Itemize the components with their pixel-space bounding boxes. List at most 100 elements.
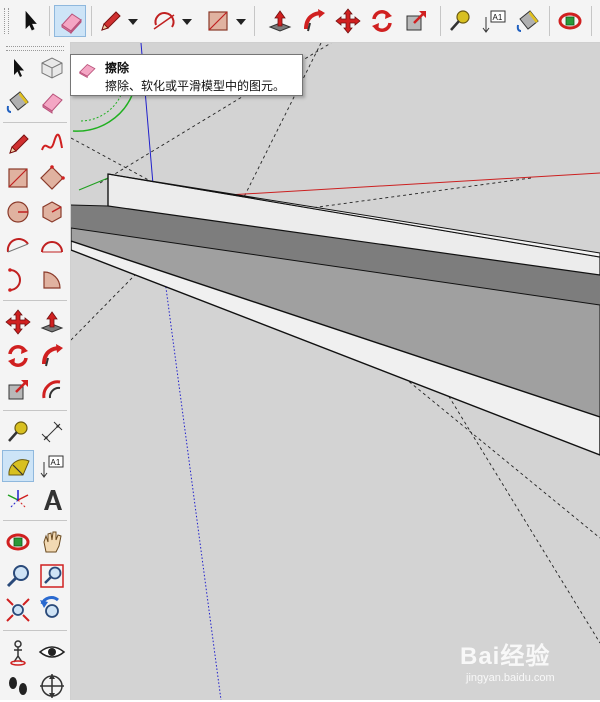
two-point-arc-icon	[41, 241, 63, 253]
watermark-logo: Bai经验	[460, 643, 551, 670]
select-tool-button[interactable]	[14, 5, 46, 37]
text-tool-button[interactable]: A1	[478, 5, 510, 37]
zoom-extents-icon	[6, 598, 30, 622]
follow-me-tool-button[interactable]	[298, 5, 330, 37]
arc-icon	[153, 12, 175, 30]
rectangle-tool-button[interactable]	[202, 5, 234, 37]
pie-tool-button[interactable]	[36, 264, 68, 296]
zoom-icon	[6, 565, 29, 588]
offset-tool-button[interactable]	[36, 374, 68, 406]
eraser-tool-button[interactable]	[36, 86, 68, 118]
tooltip-description: 擦除、软化或平滑模型中的图元。	[105, 79, 286, 93]
circle-icon	[7, 201, 29, 223]
freehand-icon	[41, 133, 63, 151]
rectangle-tool-button[interactable]	[2, 162, 34, 194]
line-tool-button[interactable]	[2, 128, 34, 160]
chevron-down-icon	[182, 19, 192, 25]
move-icon	[335, 8, 361, 34]
pencil-tool-button[interactable]	[94, 5, 126, 37]
push-pull-tool-button[interactable]	[264, 5, 296, 37]
orbit-icon	[6, 533, 30, 551]
three-point-arc-icon	[8, 268, 21, 292]
position-camera-tool-button[interactable]	[2, 636, 34, 668]
eraser-icon	[42, 93, 63, 114]
paint-bucket-icon	[516, 10, 539, 32]
toolbar-separator	[3, 122, 67, 123]
eraser-icon	[61, 13, 82, 35]
scale-icon	[406, 11, 426, 31]
pencil-dropdown[interactable]	[126, 5, 140, 37]
protractor-tool-button[interactable]	[2, 450, 34, 482]
eraser-icon	[79, 63, 96, 79]
pencil-icon	[101, 11, 121, 31]
rectangle-icon	[8, 168, 28, 188]
follow-me-icon	[304, 9, 325, 32]
rectangle-dropdown[interactable]	[234, 5, 248, 37]
polygon-icon	[42, 201, 62, 223]
paint-bucket-icon	[6, 91, 29, 113]
zoom-extents-tool-button[interactable]	[2, 594, 34, 626]
select-tool-button[interactable]	[2, 52, 34, 84]
scale-tool-button[interactable]	[400, 5, 432, 37]
rotated-rectangle-tool-button[interactable]	[36, 162, 68, 194]
rectangle-icon	[208, 11, 228, 31]
svg-text:A1: A1	[493, 13, 503, 22]
push-pull-tool-button[interactable]	[36, 306, 68, 338]
pan-tool-button[interactable]	[36, 526, 68, 558]
walk-tool-button[interactable]	[2, 670, 34, 702]
eraser-tool-button[interactable]	[54, 5, 86, 37]
previous-view-tool-button[interactable]	[36, 594, 68, 626]
3d-text-icon	[44, 490, 62, 510]
axes-tool-button[interactable]	[2, 484, 34, 516]
rotate-tool-button[interactable]	[2, 340, 34, 372]
rotate-icon	[372, 10, 392, 32]
dimension-icon	[41, 421, 63, 443]
green-axis	[78, 177, 109, 191]
modeling-viewport[interactable]	[71, 43, 600, 700]
section-plane-tool-button[interactable]	[36, 670, 68, 702]
tape-measure-icon	[450, 10, 470, 31]
rotate-tool-button[interactable]	[366, 5, 398, 37]
freehand-tool-button[interactable]	[36, 128, 68, 160]
model-scene	[71, 43, 600, 700]
arc-icon	[6, 238, 29, 253]
make-component-icon	[41, 57, 63, 79]
look-around-tool-button[interactable]	[36, 636, 68, 668]
tape-measure-tool-button[interactable]	[2, 416, 34, 448]
make-component-button[interactable]	[36, 52, 68, 84]
orbit-icon	[558, 12, 582, 30]
eraser-tooltip: 擦除 擦除、软化或平滑模型中的图元。	[70, 54, 303, 96]
toolbar-separator	[3, 520, 67, 521]
scale-icon	[8, 380, 28, 400]
orbit-tool-button[interactable]	[554, 5, 586, 37]
select-icon	[25, 10, 37, 31]
rotated-rectangle-icon	[40, 165, 65, 190]
follow-me-tool-button[interactable]	[36, 340, 68, 372]
text-tool-button[interactable]: A1	[36, 450, 68, 482]
position-camera-icon	[10, 640, 26, 666]
toolbar-grip[interactable]	[6, 46, 64, 51]
scale-tool-button[interactable]	[2, 374, 34, 406]
arc-tool-button[interactable]	[2, 230, 34, 262]
toolbar-grip[interactable]	[4, 8, 9, 34]
move-tool-button[interactable]	[332, 5, 364, 37]
text-icon: A1	[482, 10, 506, 33]
protractor-arc	[72, 92, 134, 132]
baidu-jingyan-watermark: Bai经验 jingyan.baidu.com	[460, 636, 600, 700]
two-point-arc-tool-button[interactable]	[36, 230, 68, 262]
zoom-tool-button[interactable]	[2, 560, 34, 592]
3d-text-tool-button[interactable]	[36, 484, 68, 516]
dimension-tool-button[interactable]	[36, 416, 68, 448]
orbit-tool-button[interactable]	[2, 526, 34, 558]
axes-icon	[7, 490, 29, 509]
zoom-window-tool-button[interactable]	[36, 560, 68, 592]
tape-measure-tool-button[interactable]	[444, 5, 476, 37]
circle-tool-button[interactable]	[2, 196, 34, 228]
three-point-arc-tool-button[interactable]	[2, 264, 34, 296]
arc-tool-button[interactable]	[148, 5, 180, 37]
move-tool-button[interactable]	[2, 306, 34, 338]
polygon-tool-button[interactable]	[36, 196, 68, 228]
arc-dropdown[interactable]	[180, 5, 194, 37]
paint-bucket-tool-button[interactable]	[2, 86, 34, 118]
paint-bucket-tool-button[interactable]	[512, 5, 544, 37]
